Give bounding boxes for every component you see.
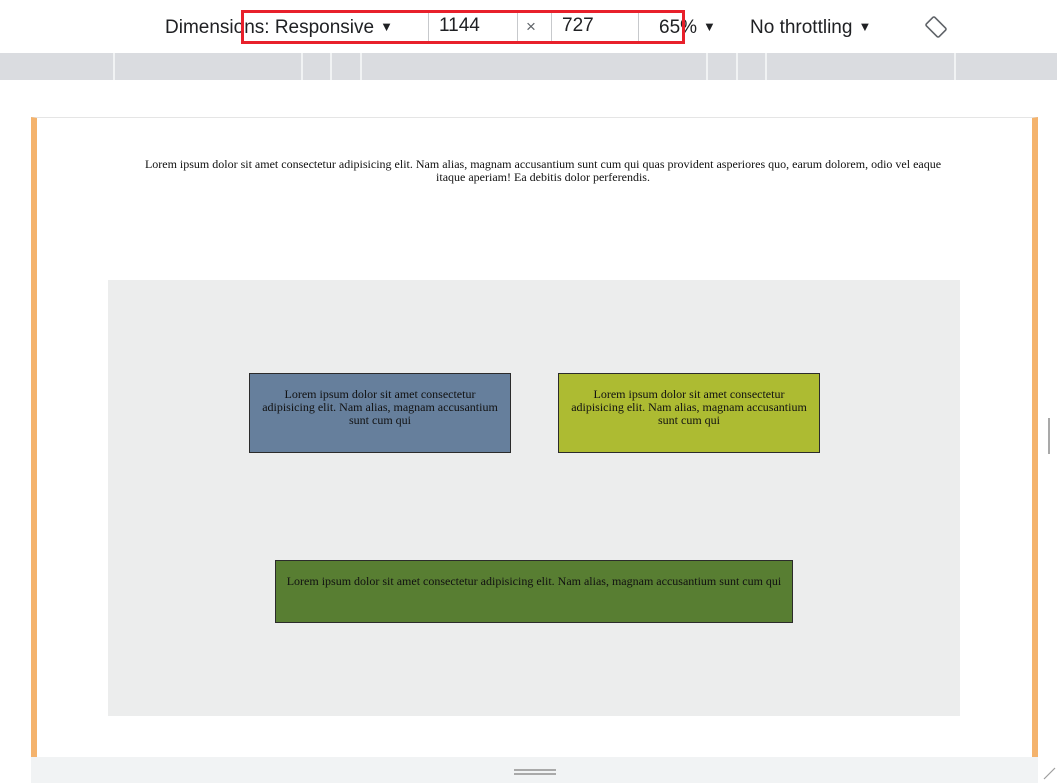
height-input[interactable]: 727	[551, 10, 639, 42]
media-query-divider	[954, 53, 956, 80]
media-query-bar[interactable]	[0, 53, 1057, 80]
media-query-divider	[765, 53, 767, 80]
throttling-label: No throttling	[750, 17, 853, 38]
device-toolbar: Dimensions: Responsive ▼ 1144 × 727 65% ▼ …	[0, 0, 1057, 52]
card-lime: Lorem ipsum dolor sit amet consectetur a…	[558, 373, 820, 453]
caret-down-icon: ▼	[703, 19, 716, 34]
corner-resize-icon[interactable]	[1042, 766, 1056, 780]
dimensions-dropdown[interactable]: Dimensions: Responsive ▼	[165, 15, 393, 42]
intro-paragraph: Lorem ipsum dolor sit amet consectetur a…	[144, 157, 942, 184]
caret-down-icon: ▼	[858, 19, 872, 34]
media-query-divider	[360, 53, 362, 80]
device-viewport: Lorem ipsum dolor sit amet consectetur a…	[31, 117, 1038, 757]
width-input[interactable]: 1144	[428, 10, 518, 42]
media-query-divider	[736, 53, 738, 80]
content-container: Lorem ipsum dolor sit amet consectetur a…	[108, 280, 960, 716]
throttling-dropdown[interactable]: No throttling ▼	[750, 15, 871, 42]
times-icon: ×	[526, 17, 536, 36]
zoom-label: 65%	[659, 17, 698, 38]
bottom-resize-handle-icon[interactable]	[514, 769, 556, 775]
media-query-divider	[301, 53, 303, 80]
card-blue: Lorem ipsum dolor sit amet consectetur a…	[249, 373, 511, 453]
right-resize-handle-icon[interactable]	[1048, 418, 1053, 454]
zoom-dropdown[interactable]: 65% ▼	[659, 15, 716, 42]
media-query-divider	[113, 53, 115, 80]
rotate-icon[interactable]	[925, 16, 947, 38]
card-green: Lorem ipsum dolor sit amet consectetur a…	[275, 560, 793, 623]
caret-down-icon: ▼	[380, 19, 393, 34]
dimensions-label: Dimensions: Responsive	[165, 17, 375, 38]
media-query-divider	[706, 53, 708, 80]
media-query-divider	[330, 53, 332, 80]
